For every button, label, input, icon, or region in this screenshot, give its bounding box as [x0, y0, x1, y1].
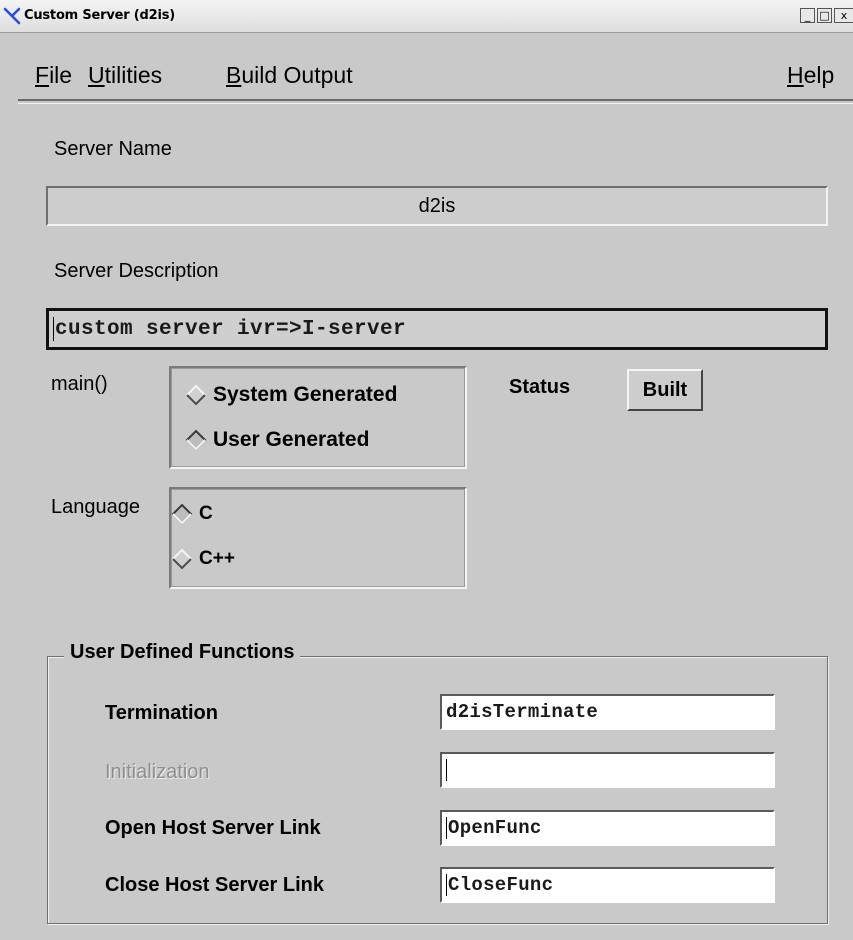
menu-file[interactable]: File [35, 62, 72, 89]
text-caret [446, 759, 447, 781]
termination-label: Termination [105, 702, 218, 724]
initialization-input[interactable] [440, 752, 775, 788]
menu-divider [18, 99, 853, 101]
open-host-server-link-input[interactable]: OpenFunc [440, 810, 775, 846]
menu-build-output[interactable]: Build Output [226, 62, 353, 89]
open-host-server-link-label: Open Host Server Link [105, 817, 321, 839]
termination-input[interactable]: d2isTerminate [440, 694, 775, 730]
radio-diamond-unselected-icon [171, 548, 193, 570]
radio-user-generated-label: User Generated [213, 428, 370, 451]
main-label: main() [51, 373, 108, 395]
radio-system-generated[interactable]: System Generated [185, 383, 397, 407]
radio-language-cpp-label: C++ [199, 548, 235, 569]
menu-divider-highlight [18, 103, 853, 104]
close-host-server-link-value: CloseFunc [448, 874, 554, 896]
radio-language-c-label: C [199, 503, 213, 524]
maximize-button[interactable]: □ [817, 8, 832, 23]
radio-diamond-selected-icon [171, 503, 193, 525]
radio-system-generated-label: System Generated [213, 383, 398, 406]
server-name-label: Server Name [54, 138, 172, 160]
window-title: Custom Server (d2is) [24, 8, 175, 23]
close-host-server-link-label: Close Host Server Link [105, 874, 324, 896]
minimize-button[interactable]: _ [800, 8, 815, 23]
radio-diamond-unselected-icon [185, 384, 207, 406]
status-built-button[interactable]: Built [627, 369, 703, 411]
server-name-field: d2is [46, 186, 828, 226]
text-caret [446, 817, 447, 839]
language-label: Language [51, 496, 140, 518]
status-label: Status [509, 376, 571, 398]
close-host-server-link-input[interactable]: CloseFunc [440, 867, 775, 903]
server-description-value: custom server ivr=>I-server [55, 317, 407, 341]
open-host-server-link-value: OpenFunc [448, 817, 542, 839]
text-caret [446, 874, 447, 896]
radio-diamond-selected-icon [185, 429, 207, 451]
radio-language-cpp[interactable]: C++ [171, 548, 235, 570]
initialization-label: Initialization [105, 761, 210, 783]
server-name-value: d2is [418, 194, 456, 217]
app-icon [3, 7, 21, 25]
close-button[interactable]: x [834, 8, 853, 23]
server-description-input[interactable]: custom server ivr=>I-server [46, 308, 828, 350]
language-radio-group [169, 487, 467, 589]
radio-language-c[interactable]: C [171, 503, 213, 525]
server-description-label: Server Description [54, 260, 219, 282]
termination-value: d2isTerminate [446, 701, 599, 723]
menu-utilities[interactable]: Utilities [88, 62, 162, 89]
user-defined-functions-title: User Defined Functions [64, 641, 301, 664]
main-radio-group [169, 366, 467, 469]
radio-user-generated[interactable]: User Generated [185, 428, 369, 452]
menu-help[interactable]: Help [787, 62, 834, 89]
text-caret [53, 317, 54, 341]
